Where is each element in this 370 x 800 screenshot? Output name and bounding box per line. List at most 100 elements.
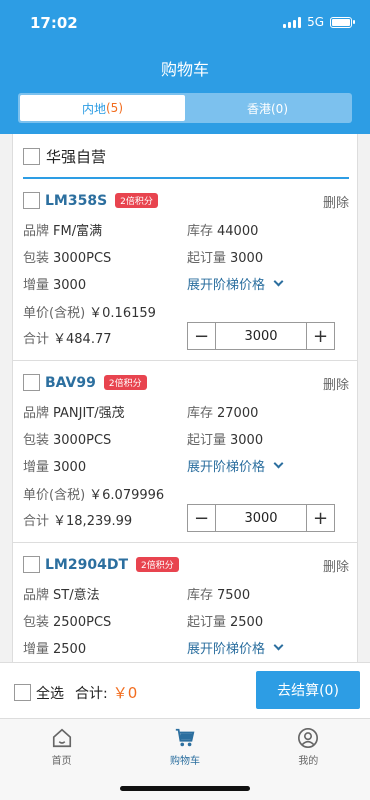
item-checkbox[interactable] bbox=[23, 192, 40, 209]
item-checkbox[interactable] bbox=[23, 556, 40, 573]
decrease-button[interactable]: − bbox=[188, 323, 216, 349]
select-all-label: 全选 bbox=[36, 685, 64, 702]
store-checkbox[interactable] bbox=[23, 148, 40, 165]
brand-label: 品牌 bbox=[23, 588, 50, 603]
quantity-input[interactable]: 3000 bbox=[216, 323, 306, 349]
moq-value: 3000 bbox=[230, 251, 264, 266]
stock-label: 库存 bbox=[187, 224, 214, 239]
brand-value: ST/意法 bbox=[53, 588, 100, 603]
stock-field: 库存 7500 bbox=[187, 584, 250, 603]
item-header: LM358S 2倍积分 bbox=[23, 192, 158, 209]
total-amount: ￥0 bbox=[112, 684, 138, 702]
subtotal-value: ￥484.77 bbox=[53, 332, 112, 347]
increase-button[interactable]: + bbox=[306, 505, 334, 531]
tab-mainland-label: 内地 bbox=[81, 101, 106, 116]
quantity-stepper: − 3000 + bbox=[187, 322, 335, 350]
moq-field: 起订量 3000 bbox=[187, 247, 263, 266]
item-header: LM2904DT 2倍积分 bbox=[23, 556, 179, 573]
unit-price-label: 单价(含税) bbox=[23, 306, 86, 321]
store-header: 华强自营 bbox=[23, 146, 106, 167]
points-badge: 2倍积分 bbox=[115, 193, 158, 208]
stock-value: 27000 bbox=[217, 406, 259, 421]
tab-hongkong[interactable]: 香港(0) bbox=[185, 95, 350, 121]
header: 17:02 5G 购物车 内地 (5) 香港(0) bbox=[0, 0, 370, 134]
increment-field: 增量 3000 bbox=[23, 274, 86, 293]
chevron-down-icon bbox=[273, 458, 284, 469]
package-label: 包装 bbox=[23, 251, 50, 266]
item-name[interactable]: LM358S bbox=[45, 193, 107, 209]
package-field: 包装 3000PCS bbox=[23, 429, 111, 448]
region-tabs: 内地 (5) 香港(0) bbox=[18, 93, 352, 123]
package-label: 包装 bbox=[23, 615, 50, 630]
moq-field: 起订量 2500 bbox=[187, 611, 263, 630]
page-title: 购物车 bbox=[160, 60, 209, 79]
package-field: 包装 2500PCS bbox=[23, 611, 111, 630]
increment-value: 3000 bbox=[53, 278, 87, 293]
expand-price-tiers-button[interactable]: 展开阶梯价格 bbox=[187, 638, 284, 657]
stock-label: 库存 bbox=[187, 588, 214, 603]
delete-button[interactable]: 删除 bbox=[323, 192, 349, 211]
tab-mainland-count: (5) bbox=[106, 101, 123, 115]
stock-field: 库存 44000 bbox=[187, 220, 258, 239]
cart-list: 华强自营 LM358S 2倍积分 删除 品牌 FM/富满 库存 44000 包装 30… bbox=[12, 134, 358, 662]
unit-price-field: 单价(含税) ￥6.079996 bbox=[23, 484, 164, 503]
signal-icon bbox=[283, 16, 302, 28]
store-divider bbox=[23, 177, 349, 179]
increase-button[interactable]: + bbox=[306, 323, 334, 349]
tabbar-item-profile[interactable]: 我的 bbox=[247, 719, 370, 800]
package-value: 2500PCS bbox=[53, 615, 112, 630]
brand-field: 品牌 FM/富满 bbox=[23, 220, 102, 239]
points-badge: 2倍积分 bbox=[103, 375, 147, 390]
package-value: 3000PCS bbox=[53, 433, 112, 448]
home-icon bbox=[52, 728, 71, 748]
stock-value: 7500 bbox=[217, 588, 251, 603]
expand-price-tiers-button[interactable]: 展开阶梯价格 bbox=[187, 456, 284, 475]
user-icon bbox=[298, 728, 319, 748]
quantity-input[interactable]: 3000 bbox=[216, 505, 306, 531]
increment-label: 增量 bbox=[23, 278, 50, 293]
status-time: 17:02 bbox=[30, 14, 78, 32]
subtotal-field: 合计 ￥484.77 bbox=[23, 328, 112, 347]
increment-field: 增量 2500 bbox=[23, 638, 86, 657]
quantity-stepper: − 3000 + bbox=[187, 504, 335, 532]
increment-value: 3000 bbox=[53, 460, 87, 475]
delete-button[interactable]: 删除 bbox=[323, 374, 349, 393]
tabbar-label: 首页 bbox=[51, 756, 72, 767]
item-name[interactable]: LM2904DT bbox=[45, 557, 128, 573]
moq-field: 起订量 3000 bbox=[187, 429, 263, 448]
tabbar-label: 我的 bbox=[298, 756, 319, 767]
item-checkbox[interactable] bbox=[23, 374, 40, 391]
item-divider bbox=[13, 542, 357, 543]
delete-button[interactable]: 删除 bbox=[323, 556, 349, 575]
increment-label: 增量 bbox=[23, 460, 50, 475]
checkout-button[interactable]: 去结算(0) bbox=[256, 671, 360, 709]
cart-icon bbox=[175, 728, 195, 747]
package-label: 包装 bbox=[23, 433, 50, 448]
moq-label: 起订量 bbox=[187, 615, 227, 630]
expand-price-tiers-button[interactable]: 展开阶梯价格 bbox=[187, 274, 284, 293]
subtotal-label: 合计 bbox=[23, 514, 50, 529]
total-label: 合计: bbox=[75, 685, 108, 702]
points-badge: 2倍积分 bbox=[136, 557, 179, 572]
select-all-checkbox[interactable] bbox=[14, 684, 31, 701]
tab-mainland[interactable]: 内地 (5) bbox=[20, 95, 185, 121]
expand-label: 展开阶梯价格 bbox=[187, 278, 266, 293]
moq-value: 2500 bbox=[230, 615, 264, 630]
decrease-button[interactable]: − bbox=[188, 505, 216, 531]
moq-label: 起订量 bbox=[187, 251, 227, 266]
item-name[interactable]: BAV99 bbox=[45, 375, 96, 391]
subtotal-field: 合计 ￥18,239.99 bbox=[23, 510, 132, 529]
moq-label: 起订量 bbox=[187, 433, 227, 448]
store-name: 华强自营 bbox=[46, 148, 107, 166]
status-bar: 17:02 5G bbox=[0, 0, 370, 44]
stock-field: 库存 27000 bbox=[187, 402, 258, 421]
battery-icon bbox=[330, 16, 355, 28]
brand-value: PANJIT/强茂 bbox=[53, 406, 125, 421]
package-field: 包装 3000PCS bbox=[23, 247, 111, 266]
expand-label: 展开阶梯价格 bbox=[187, 642, 266, 657]
home-indicator bbox=[120, 786, 250, 791]
brand-field: 品牌 ST/意法 bbox=[23, 584, 100, 603]
tabbar-item-home[interactable]: 首页 bbox=[0, 719, 123, 800]
select-all[interactable]: 全选 合计: ￥0 bbox=[14, 682, 137, 703]
brand-value: FM/富满 bbox=[53, 224, 103, 239]
